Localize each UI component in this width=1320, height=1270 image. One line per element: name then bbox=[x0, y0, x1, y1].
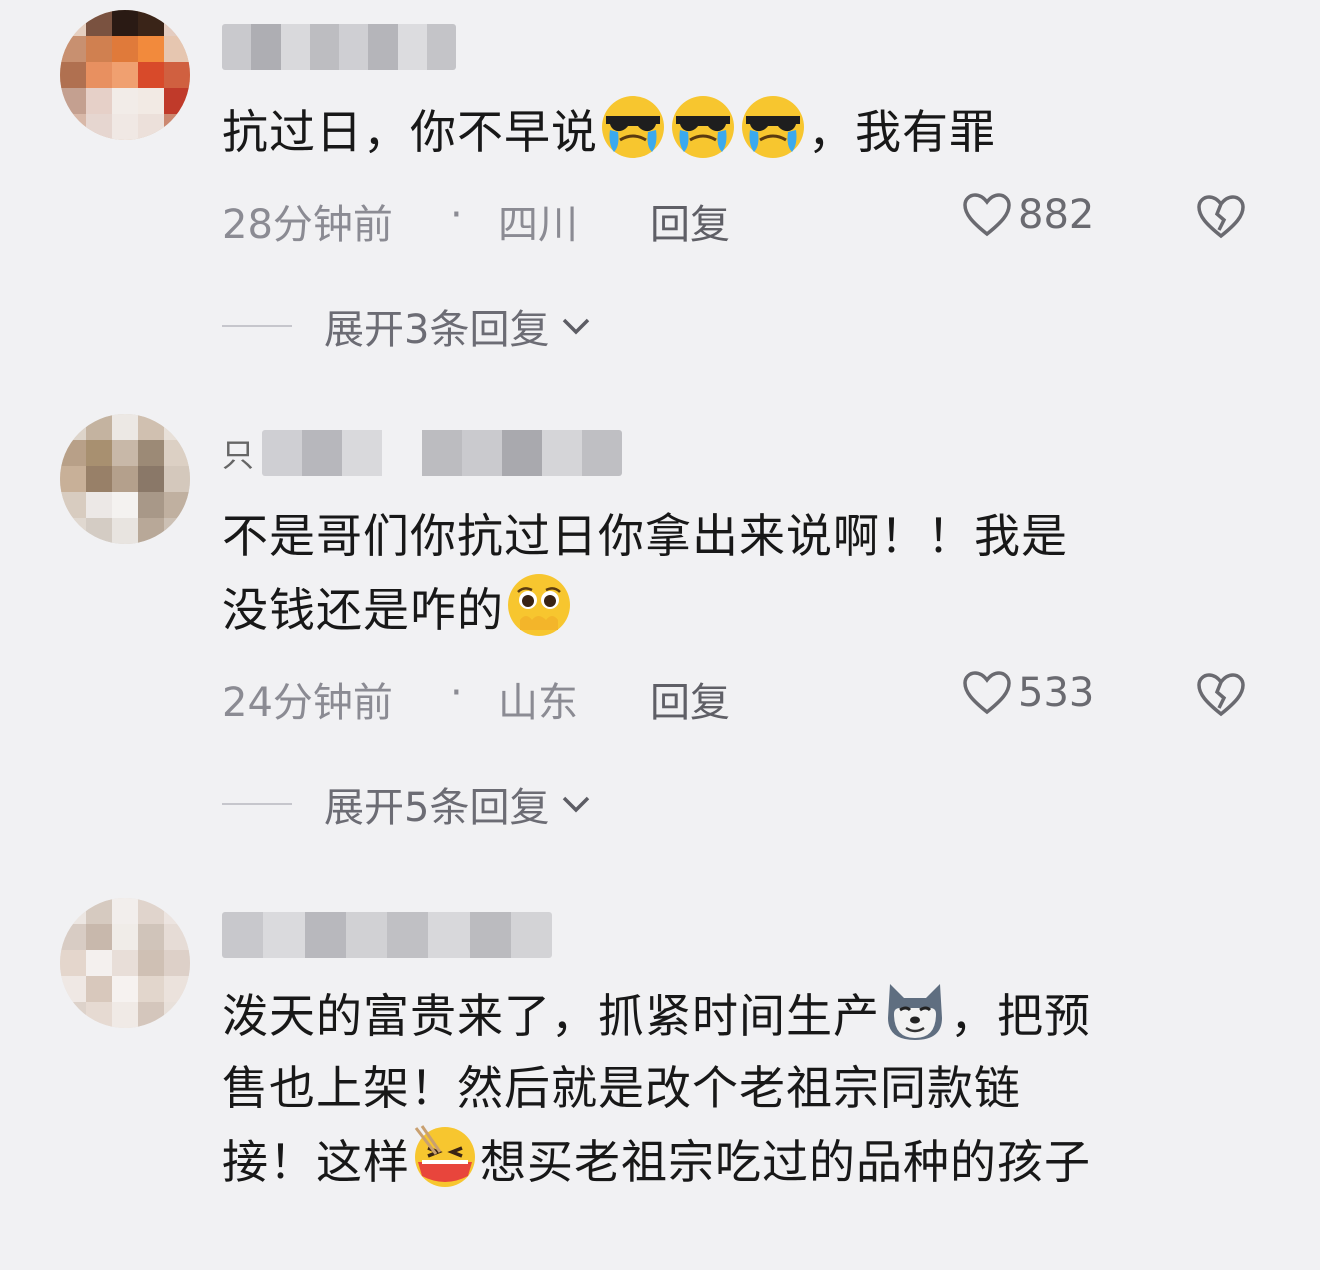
comment-text-part: 抗过日，你不早说 bbox=[222, 105, 598, 159]
like-button[interactable]: 882 bbox=[962, 192, 1094, 238]
separator: · bbox=[450, 192, 463, 238]
comment-text-part: ，把预 bbox=[950, 989, 1091, 1043]
comment-text: 泼天的富贵来了，抓紧时间生产 ，把预 售也上架！然后就是改个老祖宗同款链 接！这样… bbox=[222, 978, 1232, 1270]
comment-meta: 28分钟前 · 四川 回复 882 bbox=[222, 192, 1320, 248]
reply-button[interactable]: 回复 bbox=[650, 670, 730, 728]
comment-text-part: 想买老祖宗吃过的品种的孩子 bbox=[480, 1135, 1091, 1189]
avatar[interactable] bbox=[60, 414, 190, 544]
eating-emoji-icon bbox=[414, 1125, 475, 1187]
comment-text: 抗过日，你不早说 ，我有罪 bbox=[222, 94, 1232, 168]
expand-replies-button[interactable]: 展开3条回复 bbox=[222, 298, 593, 354]
comment-text-part: 接！这样 bbox=[222, 1135, 410, 1189]
heart-icon bbox=[963, 193, 1011, 237]
expand-replies-label: 展开3条回复 bbox=[324, 307, 550, 353]
comment-text-line: 泼天的富贵来了，抓紧时间生产 ，把预 bbox=[222, 978, 1232, 1052]
broken-heart-icon[interactable] bbox=[1196, 194, 1246, 240]
cool-crying-emoji-icon bbox=[602, 96, 664, 158]
comment-text-part: 泼天的富贵来了，抓紧时间生产 bbox=[222, 989, 880, 1043]
location: 山东 bbox=[498, 680, 578, 726]
username-blurred[interactable] bbox=[222, 24, 456, 70]
comment-text: 不是哥们你抗过日你拿出来说啊！！我是 没钱还是咋的 bbox=[222, 500, 1232, 646]
separator: · bbox=[450, 670, 463, 716]
username-blurred[interactable] bbox=[262, 430, 622, 476]
comment-meta: 24分钟前 · 山东 回复 533 bbox=[222, 670, 1320, 726]
comment-text-line: 售也上架！然后就是改个老祖宗同款链 bbox=[222, 1061, 1021, 1115]
username-blurred[interactable] bbox=[222, 912, 552, 958]
divider-line bbox=[222, 803, 292, 805]
chevron-down-icon bbox=[563, 796, 590, 813]
like-button[interactable]: 533 bbox=[962, 670, 1094, 716]
comment-text-line: 不是哥们你抗过日你拿出来说啊！！我是 bbox=[222, 509, 1068, 563]
timestamp: 28分钟前 bbox=[222, 202, 393, 248]
like-count: 882 bbox=[1018, 192, 1095, 238]
divider-line bbox=[222, 325, 292, 327]
comment-text-part: ，我有罪 bbox=[808, 105, 996, 159]
comment-text-line-clipped bbox=[222, 1198, 1232, 1270]
reply-button[interactable]: 回复 bbox=[650, 192, 730, 250]
timestamp: 24分钟前 bbox=[222, 680, 393, 726]
broken-heart-icon[interactable] bbox=[1196, 672, 1246, 718]
location: 四川 bbox=[498, 202, 578, 248]
cool-crying-emoji-icon bbox=[672, 96, 734, 158]
expand-replies-label: 展开5条回复 bbox=[324, 785, 550, 831]
heart-icon bbox=[963, 671, 1011, 715]
avatar[interactable] bbox=[60, 10, 190, 140]
comment-text-line: 没钱还是咋的 bbox=[222, 572, 1232, 646]
chevron-down-icon bbox=[563, 318, 590, 335]
pleading-emoji-icon bbox=[508, 574, 570, 636]
doge-emoji-icon bbox=[888, 984, 942, 1040]
avatar[interactable] bbox=[60, 898, 190, 1028]
like-count: 533 bbox=[1018, 670, 1095, 716]
comment-text-part: 没钱还是咋的 bbox=[222, 583, 504, 637]
cool-crying-emoji-icon bbox=[742, 96, 804, 158]
comment-text-line: 接！这样 想买老祖宗吃过的品种的孩子 bbox=[222, 1124, 1232, 1198]
username-visible-char[interactable]: 只 bbox=[222, 430, 254, 476]
expand-replies-button[interactable]: 展开5条回复 bbox=[222, 776, 593, 832]
